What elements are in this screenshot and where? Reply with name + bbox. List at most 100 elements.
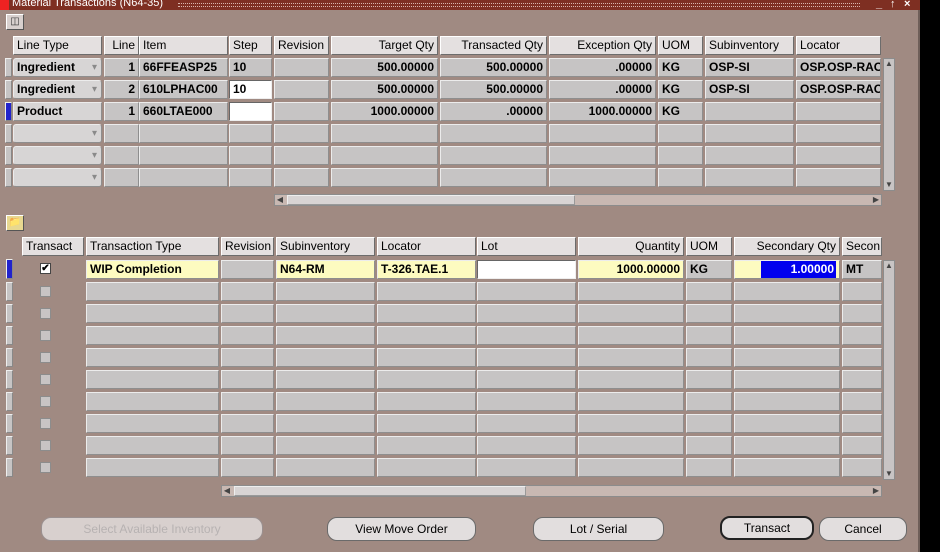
- target-qty-field[interactable]: [331, 124, 438, 143]
- revision-field[interactable]: [274, 146, 329, 165]
- item-field[interactable]: 610LPHAC00: [139, 80, 228, 99]
- uom-field[interactable]: [686, 414, 732, 433]
- quantity-field[interactable]: [578, 348, 684, 367]
- row-indicator[interactable]: [5, 168, 12, 187]
- subinventory-field[interactable]: [276, 304, 375, 323]
- locator-field[interactable]: T-326.TAE.1: [377, 260, 476, 279]
- uom-field[interactable]: [686, 348, 732, 367]
- uom-field[interactable]: [686, 370, 732, 389]
- secondary-qty-field[interactable]: [734, 348, 840, 367]
- revision-field[interactable]: [274, 58, 329, 77]
- subinventory-field[interactable]: [276, 370, 375, 389]
- transaction-type-field[interactable]: [86, 304, 219, 323]
- subinventory-field[interactable]: [276, 282, 375, 301]
- transacted-qty-field[interactable]: 500.00000: [440, 80, 547, 99]
- step-field[interactable]: 10: [229, 58, 272, 77]
- quantity-field[interactable]: [578, 392, 684, 411]
- row-indicator[interactable]: [6, 304, 13, 323]
- transaction-type-field[interactable]: [86, 282, 219, 301]
- exception-qty-field[interactable]: .00000: [549, 80, 656, 99]
- scroll-up-icon[interactable]: ▲: [884, 59, 894, 69]
- locator-field[interactable]: OSP.OSP-RAC: [796, 80, 881, 99]
- row-indicator[interactable]: [6, 414, 13, 433]
- lot-field[interactable]: [477, 304, 576, 323]
- scroll-down-icon[interactable]: ▼: [884, 469, 894, 479]
- secondary-uom-field[interactable]: [842, 282, 882, 301]
- transacted-qty-field[interactable]: [440, 146, 547, 165]
- line-field[interactable]: 1: [104, 102, 139, 121]
- revision-field[interactable]: [221, 282, 274, 301]
- scroll-right-icon[interactable]: ▶: [871, 195, 881, 205]
- lot-field[interactable]: [477, 260, 576, 279]
- subinventory-field[interactable]: [705, 102, 794, 121]
- secondary-uom-field[interactable]: MT: [842, 260, 882, 279]
- secondary-qty-field[interactable]: 1.00000: [734, 260, 840, 279]
- revision-field[interactable]: [274, 80, 329, 99]
- lot-field[interactable]: [477, 370, 576, 389]
- step-field[interactable]: 10: [229, 80, 272, 99]
- revision-field[interactable]: [274, 168, 329, 187]
- row-indicator[interactable]: [6, 370, 13, 389]
- transacted-qty-field[interactable]: [440, 168, 547, 187]
- transact-checkbox[interactable]: [40, 286, 51, 297]
- row-indicator[interactable]: [5, 80, 12, 99]
- secondary-uom-field[interactable]: [842, 414, 882, 433]
- step-field[interactable]: [229, 102, 272, 121]
- uom-field[interactable]: [658, 124, 703, 143]
- item-field[interactable]: 66FFEASP25: [139, 58, 228, 77]
- secondary-qty-field[interactable]: [734, 392, 840, 411]
- revision-field[interactable]: [221, 326, 274, 345]
- exception-qty-field[interactable]: [549, 146, 656, 165]
- transact-button[interactable]: Transact: [720, 516, 814, 540]
- row-indicator[interactable]: [5, 146, 12, 165]
- locator-field[interactable]: [796, 168, 881, 187]
- quantity-field[interactable]: [578, 326, 684, 345]
- locator-field[interactable]: [377, 370, 476, 389]
- transact-checkbox[interactable]: [40, 330, 51, 341]
- uom-field[interactable]: [686, 282, 732, 301]
- step-field[interactable]: [229, 168, 272, 187]
- line-type-field[interactable]: Ingredient: [13, 80, 102, 99]
- revision-field[interactable]: [221, 304, 274, 323]
- scroll-down-icon[interactable]: ▼: [884, 180, 894, 190]
- bottom-vertical-scrollbar[interactable]: ▲ ▼: [883, 260, 895, 480]
- transacted-qty-field[interactable]: 500.00000: [440, 58, 547, 77]
- line-type-field[interactable]: [13, 124, 102, 143]
- item-field[interactable]: [139, 124, 228, 143]
- scroll-up-icon[interactable]: ▲: [884, 261, 894, 271]
- locator-field[interactable]: OSP.OSP-RAC: [796, 58, 881, 77]
- transact-checkbox[interactable]: ✔: [40, 263, 51, 274]
- uom-field[interactable]: [686, 326, 732, 345]
- step-field[interactable]: [229, 146, 272, 165]
- exception-qty-field[interactable]: .00000: [549, 58, 656, 77]
- subinventory-field[interactable]: OSP-SI: [705, 80, 794, 99]
- clear-record-icon[interactable]: ◫: [6, 14, 24, 30]
- quantity-field[interactable]: 1000.00000: [578, 260, 684, 279]
- secondary-qty-field[interactable]: [734, 414, 840, 433]
- locator-field[interactable]: [377, 436, 476, 455]
- subinventory-field[interactable]: [705, 146, 794, 165]
- transaction-type-field[interactable]: [86, 326, 219, 345]
- locator-field[interactable]: [377, 458, 476, 477]
- subinventory-field[interactable]: N64-RM: [276, 260, 375, 279]
- uom-field[interactable]: [686, 304, 732, 323]
- secondary-uom-field[interactable]: [842, 458, 882, 477]
- line-field[interactable]: [104, 168, 139, 187]
- uom-field[interactable]: KG: [658, 102, 703, 121]
- transaction-type-field[interactable]: [86, 348, 219, 367]
- row-indicator[interactable]: [6, 392, 13, 411]
- transaction-type-field[interactable]: [86, 414, 219, 433]
- locator-field[interactable]: [796, 146, 881, 165]
- lot-field[interactable]: [477, 326, 576, 345]
- cancel-button[interactable]: Cancel: [819, 517, 907, 541]
- transaction-type-field[interactable]: [86, 392, 219, 411]
- subinventory-field[interactable]: [276, 348, 375, 367]
- secondary-qty-field[interactable]: [734, 282, 840, 301]
- line-field[interactable]: [104, 124, 139, 143]
- transact-checkbox[interactable]: [40, 440, 51, 451]
- exception-qty-field[interactable]: [549, 124, 656, 143]
- top-vertical-scrollbar[interactable]: ▲ ▼: [883, 58, 895, 191]
- transacted-qty-field[interactable]: [440, 124, 547, 143]
- target-qty-field[interactable]: [331, 168, 438, 187]
- lot-field[interactable]: [477, 458, 576, 477]
